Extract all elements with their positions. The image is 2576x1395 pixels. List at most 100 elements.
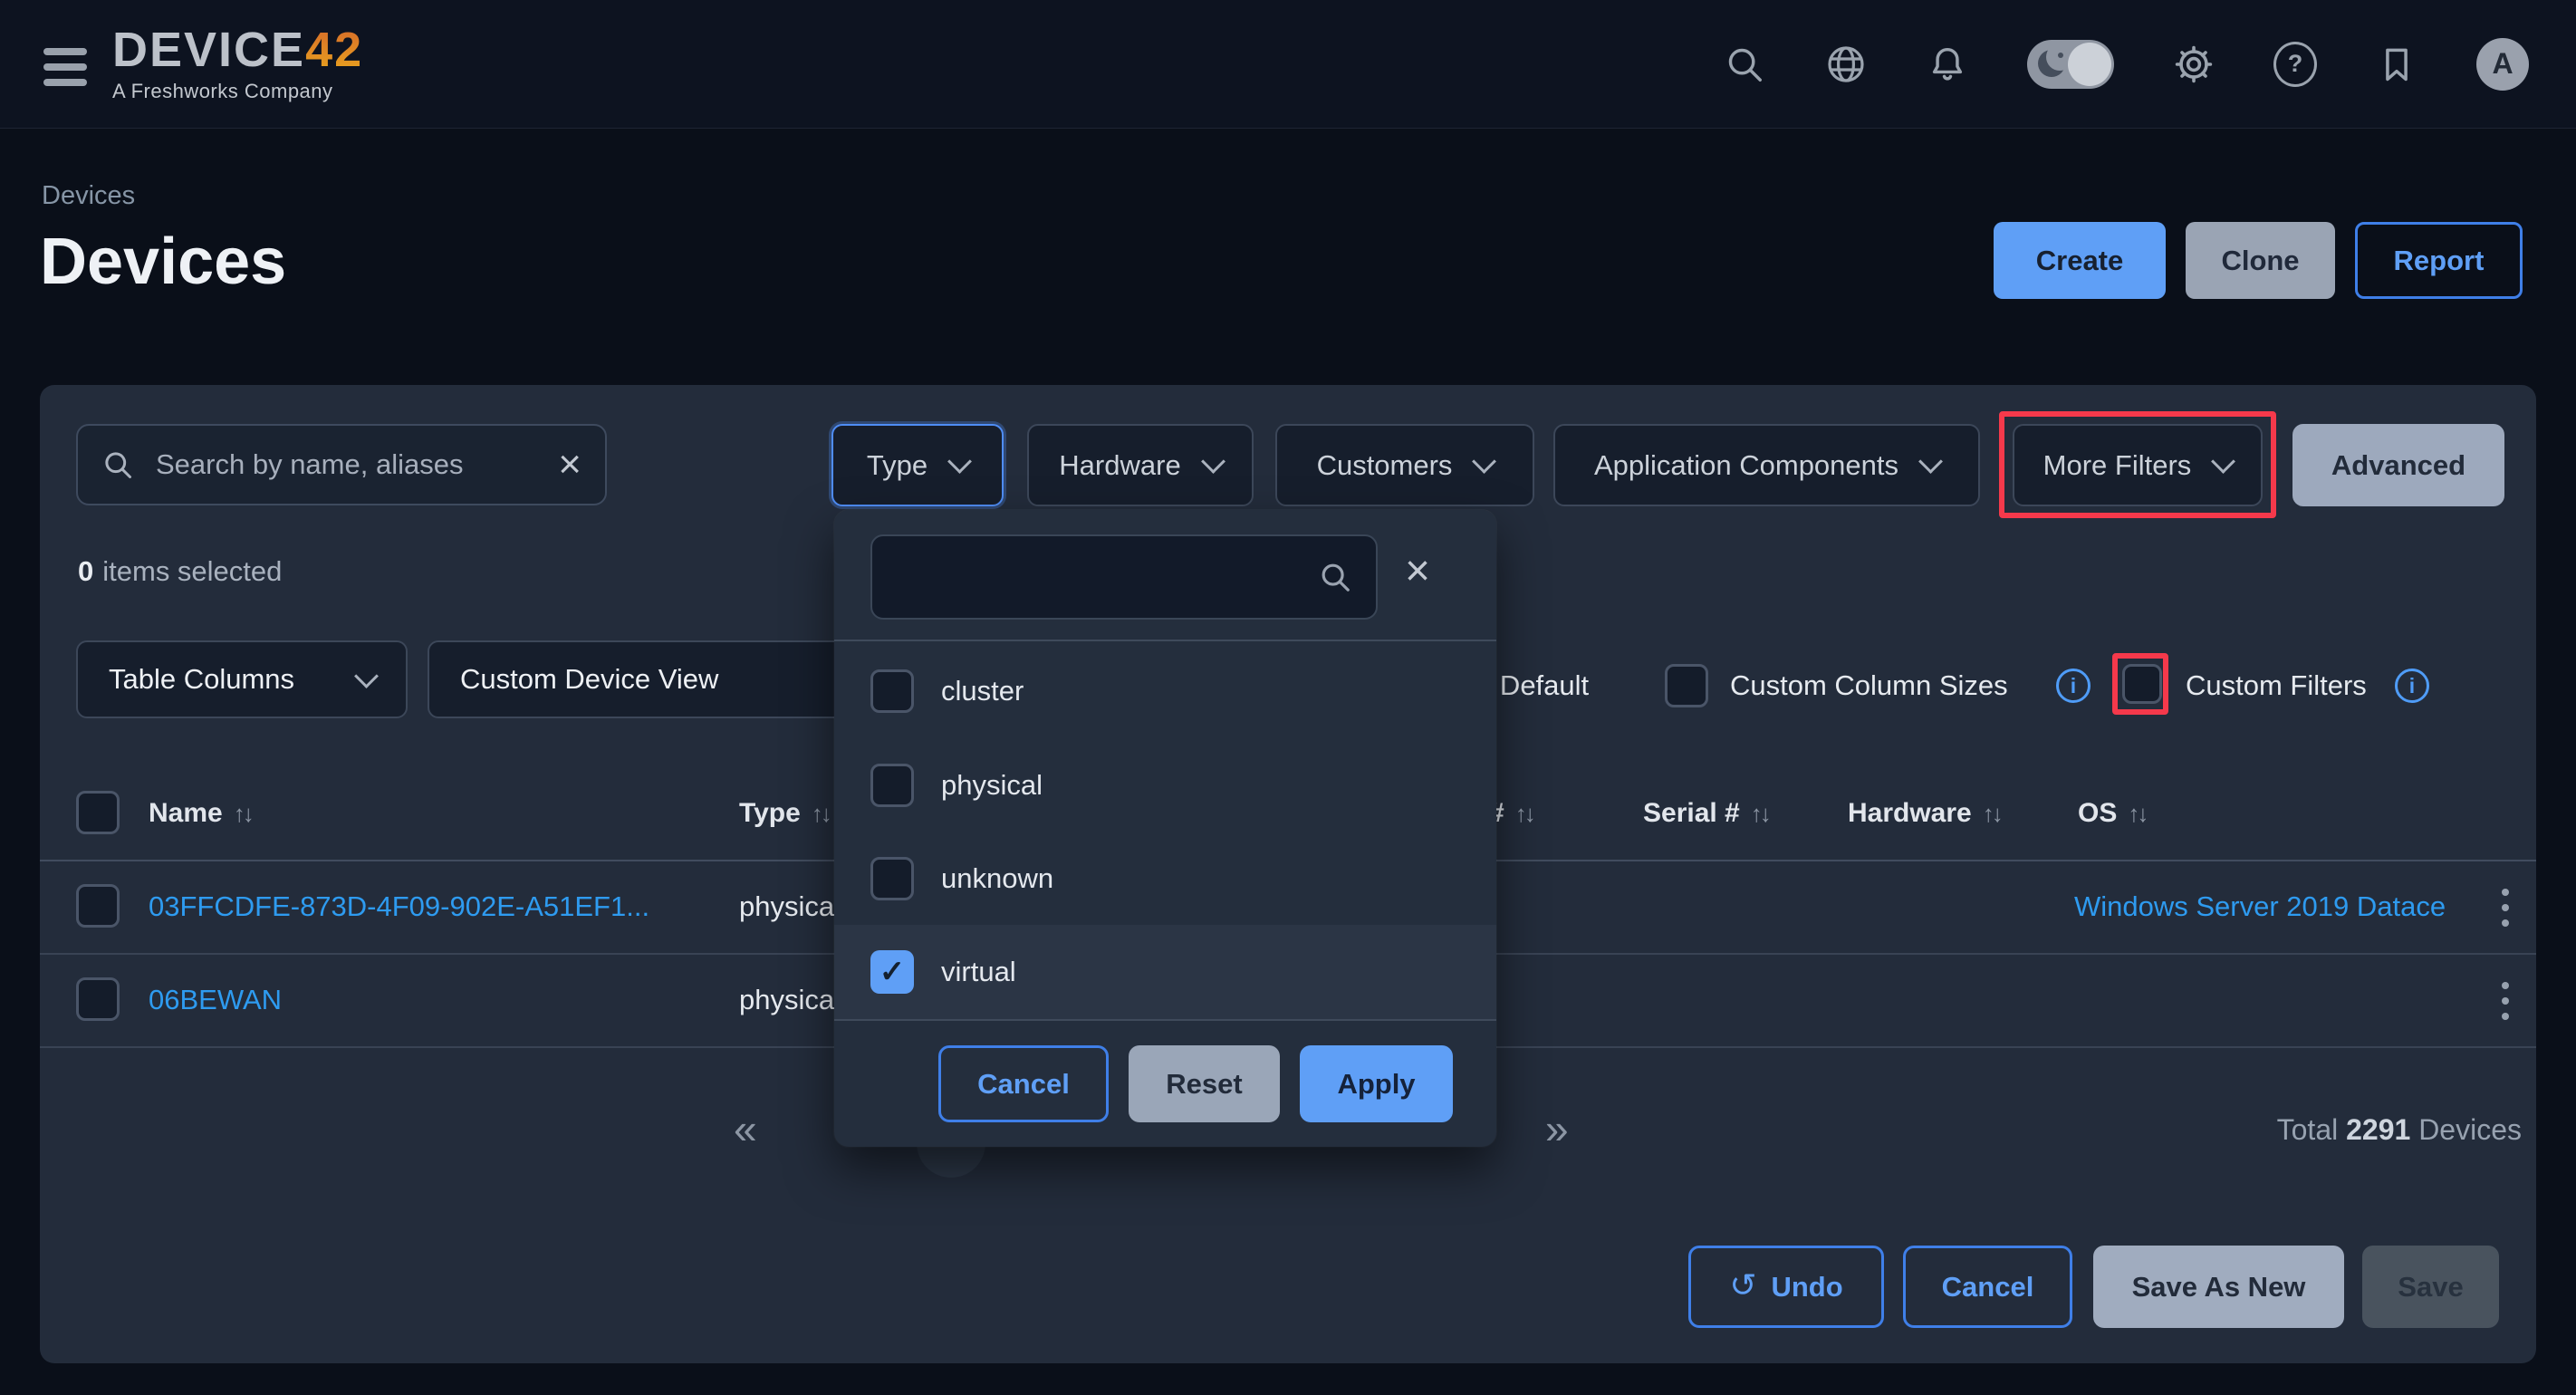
clone-button[interactable]: Clone: [2186, 222, 2335, 299]
cancel-button[interactable]: Cancel: [1903, 1246, 2072, 1328]
hamburger-menu-icon[interactable]: [43, 48, 87, 86]
search-icon: [101, 448, 134, 481]
column-header-name[interactable]: Name↑↓: [149, 798, 252, 829]
question-mark-icon: ?: [2273, 42, 2317, 87]
breadcrumb[interactable]: Devices: [42, 181, 135, 211]
device-name-link[interactable]: 06BEWAN: [149, 984, 282, 1016]
undo-icon: [1729, 1266, 1756, 1304]
device-os-link[interactable]: Windows Server 2019 Datacenter: [2074, 890, 2447, 923]
filter-hardware-label: Hardware: [1059, 449, 1180, 482]
filter-application-components-label: Application Components: [1594, 449, 1898, 482]
filter-application-components-dropdown[interactable]: Application Components: [1553, 424, 1980, 506]
create-button[interactable]: Create: [1994, 222, 2166, 299]
custom-column-sizes-info-icon[interactable]: [2056, 669, 2091, 703]
save-as-new-button[interactable]: Save As New: [2093, 1246, 2344, 1328]
device-search-box: ×: [76, 424, 607, 505]
type-filter-dropdown-panel: × cluster physical unknown virtual Cance…: [834, 510, 1496, 1147]
avatar-initial: A: [2492, 47, 2513, 81]
advanced-button[interactable]: Advanced: [2292, 424, 2504, 506]
total-label: Total: [2277, 1113, 2339, 1146]
type-option-cluster[interactable]: cluster: [834, 644, 1496, 738]
undo-button[interactable]: Undo: [1688, 1246, 1884, 1328]
search-icon[interactable]: [1723, 43, 1766, 86]
option-checkbox[interactable]: [870, 669, 914, 713]
filter-customers-dropdown[interactable]: Customers: [1275, 424, 1534, 506]
custom-device-view-label: Custom Device View: [460, 663, 718, 696]
brand-block: DEVICE42 A Freshworks Company: [43, 24, 363, 103]
selected-count: 0: [78, 555, 93, 587]
dark-mode-toggle[interactable]: [2027, 40, 2114, 89]
type-filter-search-box: [870, 534, 1378, 620]
report-button[interactable]: Report: [2355, 222, 2523, 299]
row-checkbox[interactable]: [76, 977, 120, 1021]
custom-column-sizes-checkbox[interactable]: [1665, 664, 1708, 707]
undo-label: Undo: [1771, 1271, 1842, 1304]
filter-hardware-dropdown[interactable]: Hardware: [1027, 424, 1254, 506]
save-button[interactable]: Save: [2362, 1246, 2499, 1328]
settings-gear-icon[interactable]: [2172, 43, 2216, 86]
type-option-virtual[interactable]: virtual: [834, 925, 1496, 1019]
device-name-link[interactable]: 03FFCDFE-873D-4F09-902E-A51EF1...: [149, 890, 649, 923]
help-icon[interactable]: ?: [2273, 43, 2317, 86]
row-actions-kebab-icon[interactable]: [2496, 883, 2514, 932]
chevron-down-icon: [354, 664, 379, 688]
column-header-hardware[interactable]: Hardware↑↓: [1848, 798, 2001, 829]
search-icon: [1318, 560, 1352, 594]
sort-icon: ↑↓: [2128, 800, 2146, 827]
close-dropdown-icon[interactable]: ×: [1405, 550, 1430, 593]
sort-icon: ↑↓: [234, 800, 252, 827]
filter-type-label: Type: [867, 449, 928, 482]
notifications-bell-icon[interactable]: [1926, 43, 1969, 86]
table-columns-dropdown[interactable]: Table Columns: [76, 640, 408, 718]
bookmark-icon[interactable]: [2375, 43, 2418, 86]
page-action-buttons: Create Clone Report: [1994, 222, 2523, 299]
logo-text: DEVICE42: [112, 24, 363, 76]
sparkle-icon: [2058, 53, 2063, 58]
filter-customers-label: Customers: [1317, 449, 1453, 482]
option-checkbox[interactable]: [870, 857, 914, 900]
page-title: Devices: [40, 225, 286, 299]
clear-search-icon[interactable]: ×: [558, 445, 582, 485]
top-icon-row: ? A: [1723, 38, 2529, 91]
device-type-cell: physical: [739, 984, 841, 1016]
chevron-down-icon: [2211, 449, 2235, 474]
dropdown-apply-button[interactable]: Apply: [1300, 1045, 1453, 1122]
row-actions-kebab-icon[interactable]: [2496, 976, 2514, 1025]
option-checkbox-checked[interactable]: [870, 950, 914, 994]
column-header-os[interactable]: OS↑↓: [2078, 798, 2146, 829]
select-all-checkbox[interactable]: [76, 791, 120, 834]
table-columns-label: Table Columns: [109, 663, 294, 696]
dropdown-reset-button[interactable]: Reset: [1129, 1045, 1280, 1122]
pagination-prev-icon[interactable]: «: [734, 1108, 757, 1150]
divider: [834, 640, 1496, 641]
sort-icon: ↑↓: [812, 800, 830, 827]
toggle-knob: [2068, 43, 2111, 86]
device-search-input[interactable]: [154, 447, 538, 482]
sort-icon: ↑↓: [1751, 800, 1769, 827]
custom-filters-info-icon[interactable]: [2395, 669, 2429, 703]
globe-icon[interactable]: [1824, 43, 1868, 86]
type-option-physical[interactable]: physical: [834, 738, 1496, 832]
total-count: 2291: [2346, 1113, 2410, 1146]
option-checkbox[interactable]: [870, 764, 914, 807]
selection-summary: 0items selected: [78, 555, 282, 588]
custom-filters-checkbox[interactable]: [2122, 664, 2162, 704]
total-suffix: Devices: [2418, 1113, 2522, 1146]
type-option-unknown[interactable]: unknown: [834, 832, 1496, 926]
device-type-cell: physical: [739, 890, 841, 923]
type-filter-search-input[interactable]: [896, 561, 1302, 593]
dropdown-cancel-button[interactable]: Cancel: [938, 1045, 1109, 1122]
more-filters-dropdown[interactable]: More Filters: [2013, 424, 2263, 506]
row-checkbox[interactable]: [76, 884, 120, 928]
column-header-type[interactable]: Type↑↓: [739, 798, 830, 829]
option-label: virtual: [941, 956, 1016, 988]
sort-icon: ↑↓: [1983, 800, 2001, 827]
column-header-serial[interactable]: Serial #↑↓: [1643, 798, 1769, 829]
custom-filters-label: Custom Filters: [2186, 669, 2367, 702]
custom-column-sizes-label: Custom Column Sizes: [1730, 669, 2008, 702]
user-avatar[interactable]: A: [2476, 38, 2529, 91]
device42-app: DEVICE42 A Freshworks Company ?: [0, 0, 2576, 1395]
logo-brand-accent: 42: [305, 23, 363, 77]
filter-type-dropdown[interactable]: Type: [831, 424, 1004, 506]
pagination-next-icon[interactable]: »: [1545, 1108, 1569, 1150]
